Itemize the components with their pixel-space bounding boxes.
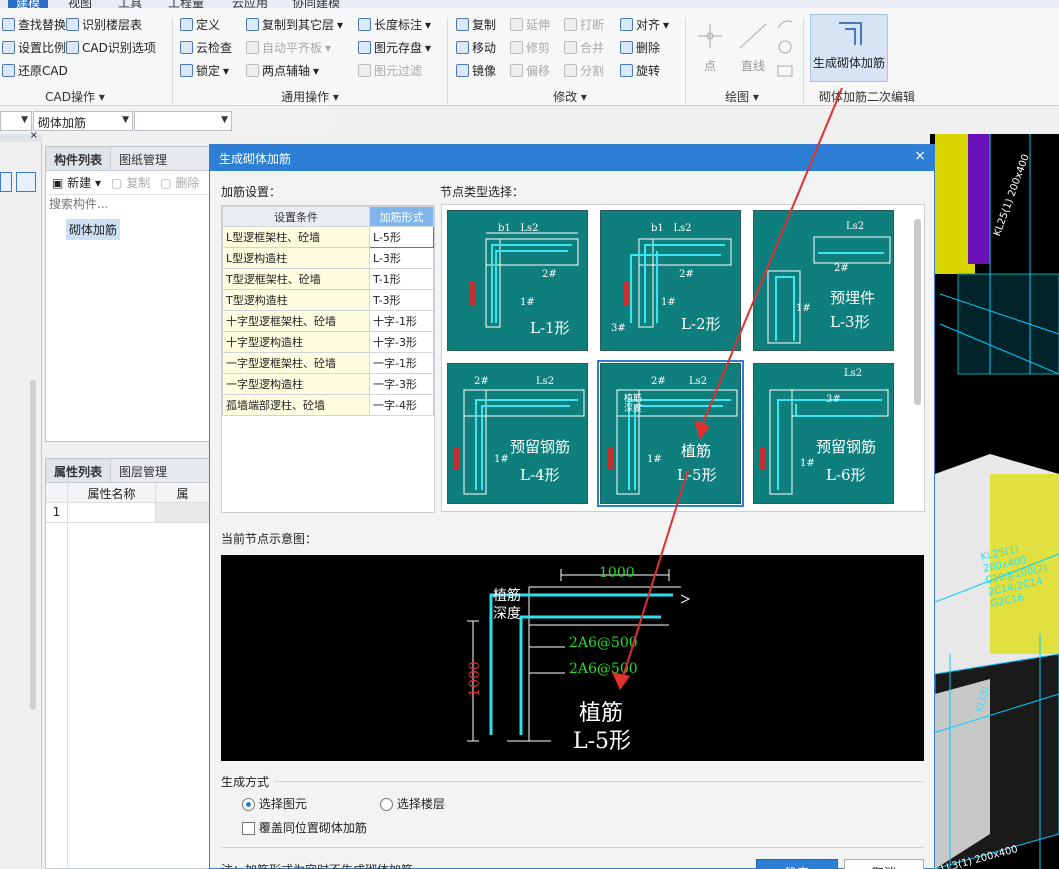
arrowhead-icon bbox=[694, 420, 710, 440]
annotation-arrows bbox=[612, 87, 843, 690]
arrowhead-icon bbox=[612, 672, 630, 690]
